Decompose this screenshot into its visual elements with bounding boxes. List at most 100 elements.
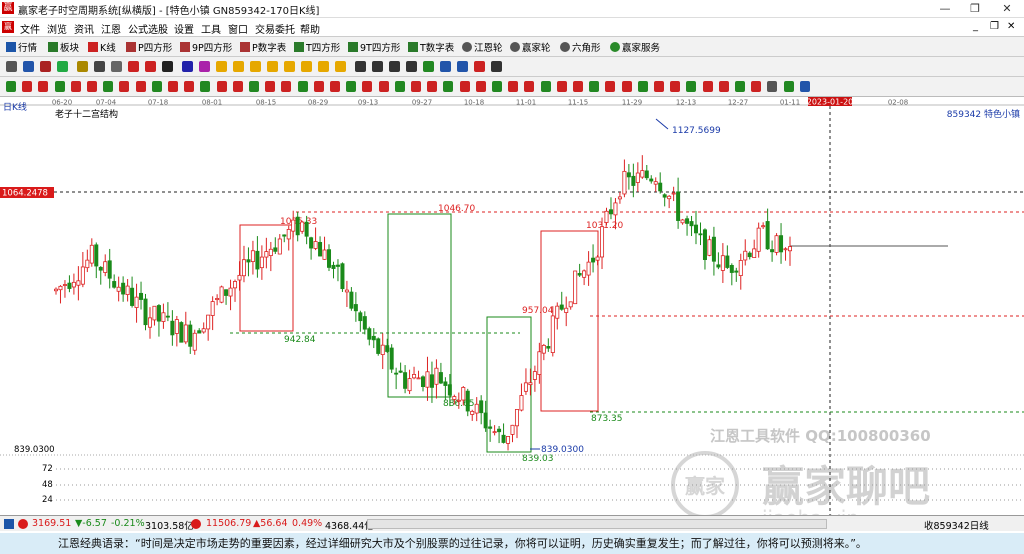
analysis-tool-19-icon[interactable] xyxy=(297,81,308,92)
drawing-tool-25-icon[interactable] xyxy=(423,61,434,72)
menu-tools[interactable]: 工具 xyxy=(201,21,221,36)
analysis-tool-4-icon[interactable] xyxy=(54,81,65,92)
analysis-tool-50-icon[interactable] xyxy=(799,81,810,92)
drawing-tool-3-icon[interactable] xyxy=(40,61,51,72)
drawing-tool-19-icon[interactable] xyxy=(318,61,329,72)
analysis-tool-14-icon[interactable] xyxy=(216,81,227,92)
restore-button[interactable]: ❐ xyxy=(960,0,990,18)
analysis-tool-5-icon[interactable] xyxy=(70,81,81,92)
analysis-tool-28-icon[interactable] xyxy=(443,81,454,92)
kline-chart[interactable]: 06-20 07-04 07-18 08-01 08-15 08-29 09-13 09-27… xyxy=(0,97,1024,530)
analysis-tool-30-icon[interactable] xyxy=(475,81,486,92)
analysis-tool-31-icon[interactable] xyxy=(492,81,502,92)
menu-file[interactable]: 文件 xyxy=(20,21,40,36)
sh-index-icon[interactable] xyxy=(4,519,14,529)
analysis-tool-9-icon[interactable] xyxy=(135,81,146,92)
tool-gann-wheel[interactable]: 江恩轮 xyxy=(462,40,503,54)
analysis-tool-17-icon[interactable] xyxy=(265,81,276,92)
app-menu-icon[interactable]: 赢 xyxy=(2,21,14,33)
menu-trade[interactable]: 交易委托 xyxy=(255,21,295,36)
drawing-tool-16-icon[interactable] xyxy=(267,61,278,72)
analysis-tool-11-icon[interactable] xyxy=(168,81,178,92)
analysis-tool-48-icon[interactable] xyxy=(767,81,778,92)
drawing-tool-12-icon[interactable] xyxy=(199,61,210,72)
analysis-tool-34-icon[interactable] xyxy=(540,81,551,92)
analysis-tool-25-icon[interactable] xyxy=(394,81,405,92)
mdi-close-button[interactable]: ✕ xyxy=(1007,21,1015,32)
analysis-tool-44-icon[interactable] xyxy=(702,81,713,92)
drawing-tool-17-icon[interactable] xyxy=(284,61,295,72)
drawing-tool-15-icon[interactable] xyxy=(250,61,261,72)
analysis-tool-49-icon[interactable] xyxy=(783,81,794,92)
menu-help[interactable]: 帮助 xyxy=(300,21,320,36)
menu-gann[interactable]: 江恩 xyxy=(101,21,121,36)
analysis-tool-3-icon[interactable] xyxy=(38,81,49,92)
analysis-tool-36-icon[interactable] xyxy=(573,81,583,92)
analysis-tool-16-icon[interactable] xyxy=(249,81,259,92)
analysis-tool-35-icon[interactable] xyxy=(556,81,567,92)
drawing-tool-21-icon[interactable] xyxy=(355,61,366,72)
analysis-tool-24-icon[interactable] xyxy=(378,81,389,92)
drawing-tool-8-icon[interactable] xyxy=(128,61,139,72)
tool-t-table[interactable]: T数字表 xyxy=(408,40,454,54)
tool-winner-service[interactable]: 赢家服务 xyxy=(610,40,660,54)
analysis-tool-23-icon[interactable] xyxy=(362,81,373,92)
period-label[interactable]: 日K线 xyxy=(3,101,27,113)
menu-info[interactable]: 资讯 xyxy=(74,21,94,36)
drawing-tool-10-icon[interactable] xyxy=(162,61,173,72)
drawing-tool-2-icon[interactable] xyxy=(23,61,34,72)
drawing-tool-23-icon[interactable] xyxy=(389,61,400,72)
analysis-tool-33-icon[interactable] xyxy=(524,81,535,92)
analysis-tool-12-icon[interactable] xyxy=(184,81,195,92)
menu-browse[interactable]: 浏览 xyxy=(47,21,67,36)
tool-9t-square[interactable]: 9T四方形 xyxy=(348,40,400,54)
horizontal-scrollbar[interactable] xyxy=(367,519,827,529)
analysis-tool-10-icon[interactable] xyxy=(151,81,162,92)
drawing-tool-9-icon[interactable] xyxy=(145,61,156,72)
analysis-tool-2-icon[interactable] xyxy=(22,81,33,92)
drawing-tool-29-icon[interactable] xyxy=(491,61,502,72)
menu-settings[interactable]: 设置 xyxy=(174,21,194,36)
analysis-tool-27-icon[interactable] xyxy=(427,81,438,92)
drawing-tool-20-icon[interactable] xyxy=(335,61,346,72)
analysis-tool-39-icon[interactable] xyxy=(621,81,632,92)
tool-p-table[interactable]: P数字表 xyxy=(240,40,286,54)
tool-p-square[interactable]: P四方形 xyxy=(126,40,172,54)
analysis-tool-18-icon[interactable] xyxy=(281,81,292,92)
analysis-tool-46-icon[interactable] xyxy=(735,81,745,92)
analysis-tool-26-icon[interactable] xyxy=(411,81,421,92)
tool-kline[interactable]: K线 xyxy=(88,40,116,54)
mdi-restore-button[interactable]: ❐ xyxy=(990,21,999,32)
analysis-tool-20-icon[interactable] xyxy=(313,81,324,92)
analysis-tool-29-icon[interactable] xyxy=(459,81,470,92)
drawing-tool-1-icon[interactable] xyxy=(6,61,17,72)
tool-sector[interactable]: 板块 xyxy=(48,40,79,54)
drawing-tool-5-icon[interactable] xyxy=(77,61,88,72)
analysis-tool-1-icon[interactable] xyxy=(6,81,16,92)
drawing-tool-27-icon[interactable] xyxy=(457,61,468,72)
analysis-tool-43-icon[interactable] xyxy=(686,81,697,92)
drawing-tool-6-icon[interactable] xyxy=(94,61,105,72)
analysis-tool-21-icon[interactable] xyxy=(330,81,340,92)
drawing-tool-22-icon[interactable] xyxy=(372,61,383,72)
drawing-tool-28-icon[interactable] xyxy=(474,61,485,72)
analysis-tool-40-icon[interactable] xyxy=(637,81,648,92)
drawing-tool-26-icon[interactable] xyxy=(440,61,451,72)
tool-hexagon[interactable]: 六角形 xyxy=(560,40,601,54)
tool-quote[interactable]: 行情 xyxy=(6,40,37,54)
drawing-tool-4-icon[interactable] xyxy=(57,61,68,72)
analysis-tool-37-icon[interactable] xyxy=(589,81,600,92)
analysis-tool-41-icon[interactable] xyxy=(654,81,664,92)
mdi-minimize-button[interactable]: _ xyxy=(973,21,978,32)
kline-chart-panel[interactable]: 06-20 07-04 07-18 08-01 08-15 08-29 09-13 09-27… xyxy=(0,97,1024,530)
analysis-tool-13-icon[interactable] xyxy=(200,81,211,92)
menu-window[interactable]: 窗口 xyxy=(228,21,248,36)
drawing-tool-13-icon[interactable] xyxy=(216,61,227,72)
analysis-tool-45-icon[interactable] xyxy=(718,81,729,92)
drawing-tool-24-icon[interactable] xyxy=(406,61,417,72)
analysis-tool-7-icon[interactable] xyxy=(103,81,114,92)
analysis-tool-8-icon[interactable] xyxy=(119,81,130,92)
analysis-tool-42-icon[interactable] xyxy=(670,81,681,92)
analysis-tool-38-icon[interactable] xyxy=(605,81,616,92)
tool-9p-square[interactable]: 9P四方形 xyxy=(180,40,232,54)
